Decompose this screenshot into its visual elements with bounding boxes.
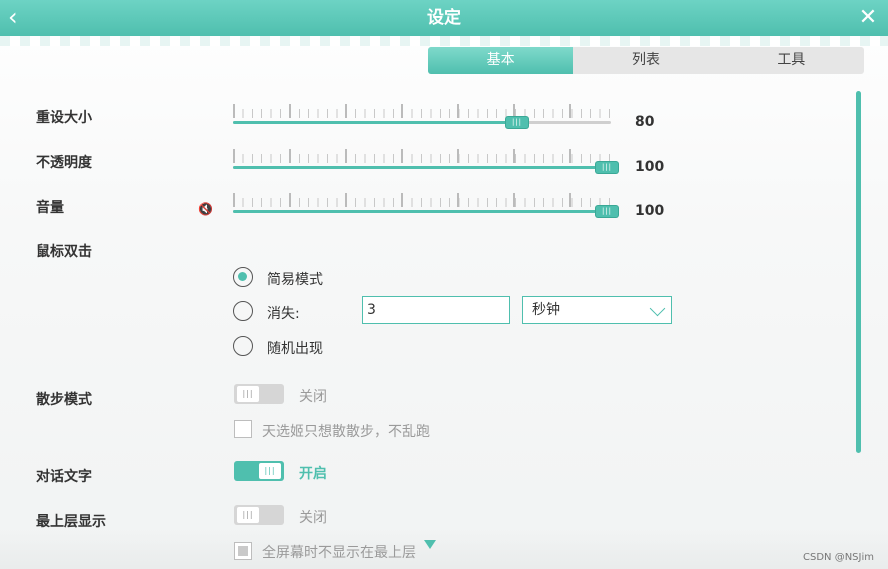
topmost-state: 关闭 — [299, 510, 327, 526]
dialog-text-state: 开启 — [299, 466, 327, 482]
chevron-down-icon — [649, 300, 666, 317]
close-icon[interactable]: ✕ — [856, 0, 880, 36]
opacity-label: 不透明度 — [36, 155, 92, 171]
resize-value: 80 — [635, 114, 655, 130]
walk-mode-toggle[interactable]: ||| — [234, 384, 284, 404]
toggle-thumb: ||| — [237, 507, 259, 523]
disappear-unit-select[interactable]: 秒钟 — [522, 296, 672, 324]
tab-list[interactable]: 列表 — [573, 47, 718, 74]
scroll-down-icon[interactable] — [424, 540, 436, 549]
fullscreen-not-topmost-label: 全屏幕时不显示在最上层 — [262, 545, 416, 561]
chevron-left-icon[interactable]: ‹ — [8, 0, 32, 36]
opacity-value: 100 — [635, 159, 665, 175]
volume-value: 100 — [635, 203, 665, 219]
disappear-duration-input[interactable]: 3 — [362, 296, 510, 324]
tab-bar: 基本 列表 工具 — [428, 47, 864, 74]
speaker-mute-icon[interactable]: 🔇 — [198, 202, 216, 216]
slider-ticks — [233, 193, 611, 207]
slider-handle[interactable]: ||| — [506, 117, 528, 128]
radio-disappear-label: 消失: — [267, 306, 300, 322]
slider-ticks — [233, 149, 611, 163]
dialog-text-label: 对话文字 — [36, 469, 92, 485]
resize-label: 重设大小 — [36, 110, 92, 126]
radio-simple-mode[interactable] — [233, 267, 253, 287]
slider-handle[interactable]: ||| — [596, 162, 618, 173]
slider-fill — [233, 166, 611, 169]
toggle-thumb: ||| — [259, 463, 281, 479]
header-pattern — [0, 36, 888, 46]
slider-fill — [233, 210, 611, 213]
tab-basic[interactable]: 基本 — [428, 47, 574, 74]
topmost-label: 最上层显示 — [36, 514, 106, 530]
title-bar: 设定 — [0, 0, 888, 36]
dialog-text-toggle[interactable]: ||| — [234, 461, 284, 481]
tab-tools[interactable]: 工具 — [719, 47, 864, 74]
slider-ticks — [233, 104, 611, 118]
window-title: 设定 — [427, 8, 461, 28]
walk-mode-state: 关闭 — [299, 389, 327, 405]
scrollbar[interactable] — [856, 91, 861, 453]
radio-random[interactable] — [233, 336, 253, 356]
opacity-slider[interactable]: ||| — [233, 149, 618, 175]
volume-label: 音量 — [36, 200, 64, 216]
topmost-toggle[interactable]: ||| — [234, 505, 284, 525]
walk-mode-checkbox-label: 天选姬只想散散步，不乱跑 — [262, 424, 430, 440]
slider-fill — [233, 121, 517, 124]
disappear-unit-value: 秒钟 — [532, 302, 560, 318]
double-click-label: 鼠标双击 — [36, 244, 92, 260]
walk-mode-label: 散步模式 — [36, 392, 92, 408]
walk-mode-checkbox[interactable] — [234, 420, 252, 438]
bottom-fade — [0, 530, 888, 569]
radio-disappear[interactable] — [233, 301, 253, 321]
resize-slider[interactable]: ||| — [233, 104, 613, 130]
volume-slider[interactable]: ||| — [233, 193, 618, 219]
toggle-thumb: ||| — [237, 386, 259, 402]
watermark: CSDN @NSJim — [803, 552, 874, 563]
fullscreen-not-topmost-checkbox[interactable] — [234, 542, 252, 560]
radio-simple-mode-label: 简易模式 — [267, 272, 323, 288]
radio-random-label: 随机出现 — [267, 341, 323, 357]
slider-handle[interactable]: ||| — [596, 206, 618, 217]
